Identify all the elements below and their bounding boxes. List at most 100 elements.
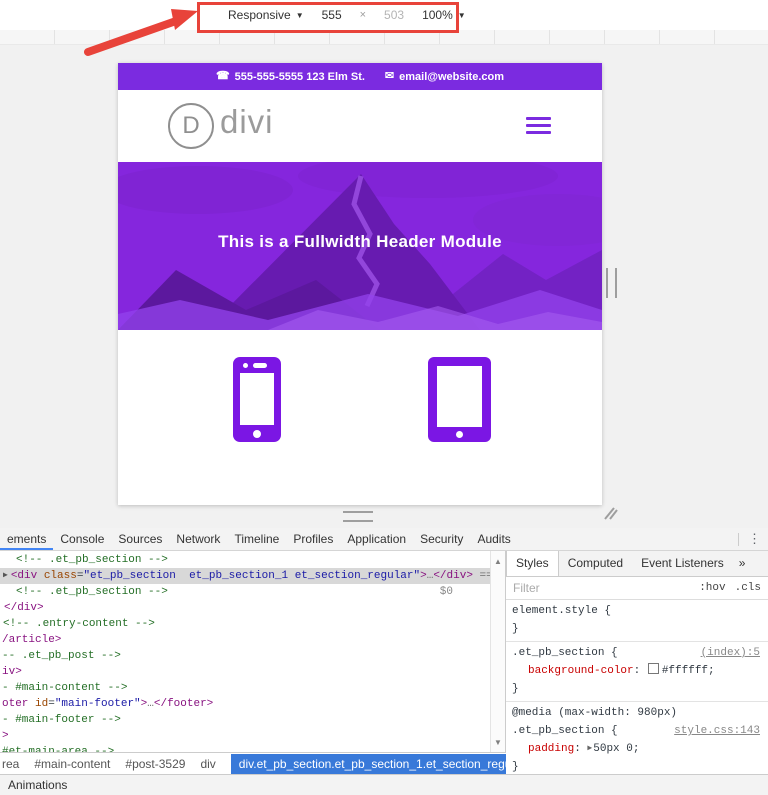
css-selector: .et_pb_section { [512, 647, 618, 659]
devtools-menu-icon[interactable]: ⋮ [748, 531, 761, 547]
css-rule-close: } [512, 620, 762, 638]
media-query: @media (max-width: 980px) [512, 704, 762, 722]
elements-node[interactable]: </div> [0, 600, 505, 616]
breadcrumb-item[interactable]: #post-3529 [125, 757, 185, 771]
elements-node[interactable]: -- .et_pb_post --> [0, 648, 505, 664]
divi-logo-mark[interactable]: D [168, 103, 214, 149]
phone-text: 555-555-5555 123 Elm St. [235, 71, 365, 83]
viewport-width-input[interactable] [317, 8, 347, 22]
devtools-panel: ementsConsoleSourcesNetworkTimelineProfi… [0, 528, 768, 795]
css-property[interactable]: background-color: #ffffff; [512, 662, 762, 680]
elements-node[interactable]: <!-- .entry-content --> [0, 616, 505, 632]
css-rule-close: } [512, 758, 762, 775]
devtools-tab-ements[interactable]: ements [0, 528, 53, 550]
breadcrumb-item-selected[interactable]: div.et_pb_section.et_pb_section_1.et_sec… [231, 754, 506, 774]
phone-icon: ☎ [216, 71, 230, 82]
devtools-tab-audits[interactable]: Audits [470, 528, 517, 550]
styles-sidebar: StylesComputedEvent Listeners» :hov.cls … [506, 551, 768, 775]
elements-node[interactable]: - #main-footer --> [0, 712, 505, 728]
code-token: "et_pb_section et_pb_section_1 et_sectio… [83, 570, 420, 582]
elements-scrollbar[interactable]: ▲ ▼ [490, 551, 505, 753]
breadcrumb-item[interactable]: #main-content [34, 757, 110, 771]
code-token: - #main-content --> [2, 682, 127, 694]
styles-toggle-hov[interactable]: :hov [699, 582, 725, 594]
code-token: "main-footer" [55, 698, 141, 710]
elements-node[interactable]: - #main-content --> [0, 680, 505, 696]
code-token: ▶ [3, 571, 8, 580]
stylesheet-link[interactable]: (index):5 [701, 644, 760, 662]
elements-node[interactable]: > [0, 728, 505, 744]
device-type-label: Responsive [228, 8, 291, 22]
contact-bar: ☎ 555-555-5555 123 Elm St. ✉ email@websi… [118, 63, 602, 90]
devtools-tab-profiles[interactable]: Profiles [286, 528, 340, 550]
code-token: > [420, 570, 427, 582]
elements-node[interactable]: <!-- .et_pb_section --> [0, 552, 505, 568]
hero-title: This is a Fullwidth Header Module [118, 232, 602, 252]
breadcrumb-item[interactable]: rea [2, 757, 19, 771]
css-property-value: 50px 0; [593, 743, 639, 755]
responsive-ruler [0, 30, 768, 45]
phone-link[interactable]: ☎ 555-555-5555 123 Elm St. [216, 71, 365, 83]
devtools-tab-network[interactable]: Network [169, 528, 227, 550]
code-token: </div> [433, 570, 473, 582]
devtools-tab-application[interactable]: Application [340, 528, 413, 550]
styles-filter-input[interactable] [506, 580, 635, 596]
code-token: </footer> [154, 698, 213, 710]
css-selector: element.style { [512, 605, 611, 617]
code-token: </div> [4, 602, 44, 614]
css-property[interactable]: padding: ▶50px 0; [512, 740, 762, 758]
viewport-height-resize-handle[interactable] [343, 511, 373, 522]
email-text: email@website.com [399, 71, 504, 83]
css-property-name: background-color [528, 665, 634, 677]
devtools-tabbar: ementsConsoleSourcesNetworkTimelineProfi… [0, 528, 768, 551]
elements-node[interactable]: /article> [0, 632, 505, 648]
css-property-name: padding [528, 743, 574, 755]
sidebar-tabs-overflow-icon[interactable]: » [733, 551, 752, 576]
elements-node-selected[interactable]: ▶<div class="et_pb_section et_pb_section… [0, 568, 505, 584]
code-token: <!-- .et_pb_section --> [16, 586, 168, 598]
viewport-height-input[interactable] [379, 8, 409, 22]
code-token: … [147, 698, 154, 710]
breadcrumb-item[interactable]: div [200, 757, 215, 771]
logo-initial: D [182, 112, 199, 140]
sidebar-tab-computed[interactable]: Computed [559, 551, 632, 576]
sidebar-tabs: StylesComputedEvent Listeners» [506, 551, 768, 577]
scroll-down-icon[interactable]: ▼ [491, 738, 505, 747]
drawer-tab-animations[interactable]: Animations [8, 778, 67, 792]
elements-node[interactable]: oter id="main-footer">…</footer> [0, 696, 505, 712]
styles-filter-bar: :hov .cls [506, 577, 768, 600]
dropdown-caret-icon: ▼ [296, 11, 304, 20]
css-rule: element.style {} [506, 600, 768, 642]
divi-logo-text[interactable]: divi [220, 103, 274, 141]
sidebar-tab-styles[interactable]: Styles [506, 551, 559, 576]
code-token: - #main-footer --> [2, 714, 121, 726]
viewport-width-resize-handle[interactable] [606, 268, 617, 298]
devtools-tab-timeline[interactable]: Timeline [227, 528, 286, 550]
css-property-value: #ffffff; [662, 665, 715, 677]
devtools-tabbar-right: ⋮ [738, 528, 768, 550]
device-type-select[interactable]: Responsive ▼ [228, 8, 304, 22]
scroll-up-icon[interactable]: ▲ [491, 557, 505, 566]
css-rule: .et_pb_section {(index):5background-colo… [506, 642, 768, 702]
color-swatch[interactable] [648, 663, 659, 674]
code-token: > [2, 730, 9, 742]
stylesheet-link[interactable]: style.css:143 [674, 722, 760, 740]
zoom-select[interactable]: 100% ▼ [422, 8, 466, 22]
elements-node[interactable]: <!-- .et_pb_section -->$0 [0, 584, 505, 600]
devtools-tab-security[interactable]: Security [413, 528, 470, 550]
smartphone-icon [233, 357, 281, 442]
devtools-tab-console[interactable]: Console [53, 528, 111, 550]
code-token: <!-- .et_pb_section --> [16, 554, 168, 566]
devtools-tab-sources[interactable]: Sources [111, 528, 169, 550]
fullwidth-header-module: This is a Fullwidth Header Module [118, 162, 602, 330]
email-link[interactable]: ✉ email@website.com [385, 71, 504, 83]
sidebar-tab-event-listeners[interactable]: Event Listeners [632, 551, 733, 576]
expand-shorthand-icon[interactable]: ▶ [587, 744, 592, 753]
zoom-value: 100% [422, 8, 453, 22]
tablet-icon [428, 357, 491, 442]
styles-toggle-cls[interactable]: .cls [735, 582, 761, 594]
hamburger-menu-icon[interactable] [526, 117, 551, 138]
devtools-tabs: ementsConsoleSourcesNetworkTimelineProfi… [0, 528, 518, 550]
viewport-corner-resize-handle[interactable] [602, 505, 619, 521]
elements-node[interactable]: iv> [0, 664, 505, 680]
